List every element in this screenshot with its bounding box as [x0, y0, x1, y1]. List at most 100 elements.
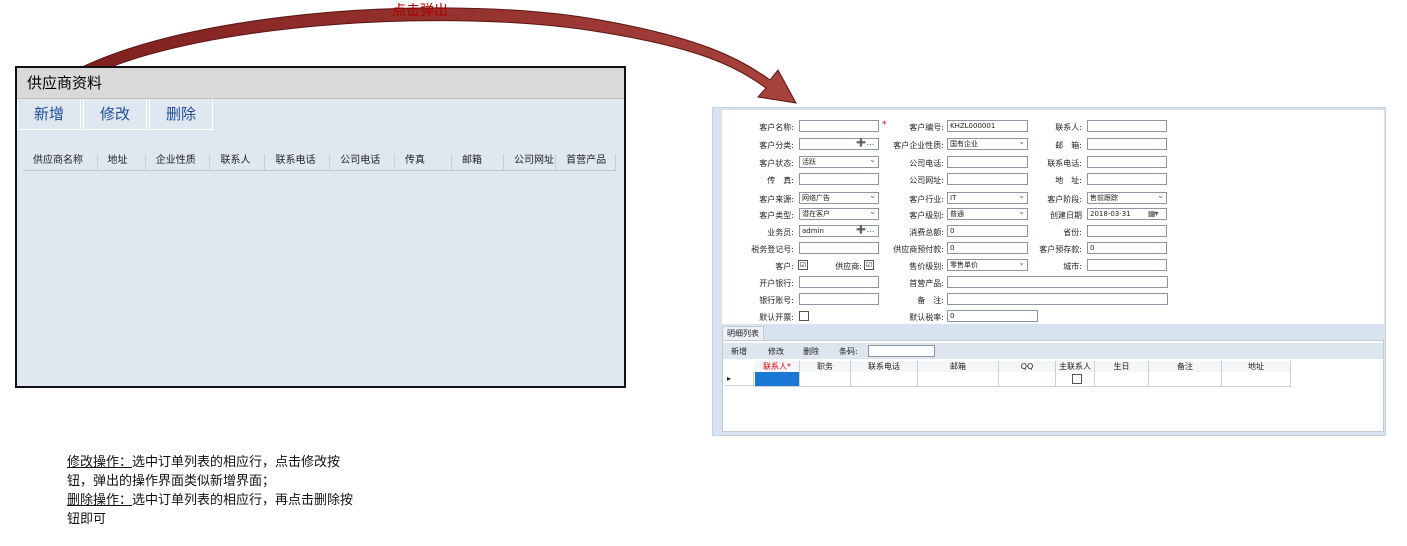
level-select[interactable]: 普通 [947, 208, 1028, 220]
label-contact-phone: 联系电话: [1047, 159, 1082, 168]
total-spend-input[interactable]: 0 [947, 225, 1028, 237]
bank-account-input[interactable] [799, 293, 879, 305]
column-header[interactable]: 供应商名称 [23, 154, 98, 170]
column-header[interactable]: 主联系人 [1056, 361, 1095, 372]
column-header[interactable]: 企业性质 [146, 154, 211, 170]
city-input[interactable] [1087, 259, 1167, 271]
column-header[interactable]: 联系人* [755, 361, 800, 372]
label-default-tax: 默认税率: [909, 313, 944, 322]
column-header[interactable]: QQ [999, 361, 1056, 372]
supplier-toolbar: 新增 修改 删除 [17, 99, 624, 131]
barcode-input[interactable] [868, 345, 935, 357]
column-header[interactable]: 邮箱 [452, 154, 505, 170]
province-input[interactable] [1087, 225, 1167, 237]
tax-reg-input[interactable] [799, 242, 879, 254]
label-default-invoice: 默认开票: [759, 313, 794, 322]
table-cell[interactable] [1095, 372, 1149, 387]
column-header[interactable]: 联系电话 [851, 361, 918, 372]
label-bank: 开户银行: [759, 279, 794, 288]
company-phone-input[interactable] [947, 156, 1028, 168]
edit-note-title: 修改操作： [67, 455, 133, 470]
supplier-window-title: 供应商资料 [17, 68, 624, 99]
column-header[interactable]: 传真 [395, 154, 452, 170]
default-tax-input[interactable]: 0 [947, 310, 1038, 322]
address-input[interactable] [1087, 173, 1167, 185]
detail-add-button[interactable]: 新增 [731, 346, 747, 357]
supplier-prepay-input[interactable]: 0 [947, 242, 1028, 254]
contact-input[interactable] [1087, 120, 1167, 132]
label-email: 邮 箱: [1055, 141, 1082, 150]
detail-delete-button[interactable]: 删除 [803, 346, 819, 357]
column-header[interactable]: 地址 [98, 154, 146, 170]
remark-input[interactable] [947, 293, 1168, 305]
customer-prestore-input[interactable]: 0 [1087, 242, 1167, 254]
price-level-select[interactable]: 零售单价 [947, 259, 1028, 271]
label-province: 省份: [1063, 228, 1082, 237]
delete-note-line2: 钮即可 [67, 512, 107, 527]
table-cell[interactable] [918, 372, 999, 387]
delete-button[interactable]: 删除 [149, 99, 213, 130]
label-customer-name: 客户名称: [759, 123, 794, 132]
stage-select[interactable]: 售前跟踪 [1087, 192, 1167, 204]
label-city: 城市: [1063, 262, 1082, 271]
label-first-product: 首营产品: [909, 279, 944, 288]
customer-code-input[interactable]: KHZL000001 [947, 120, 1028, 132]
column-header[interactable]: 联系电话 [265, 154, 331, 170]
tab-detail-list[interactable]: 明细列表 [722, 326, 764, 341]
column-header[interactable]: 联系人 [210, 154, 266, 170]
label-total-spend: 消费总额: [909, 228, 944, 237]
pick-category-button[interactable]: ➕ … [856, 138, 874, 147]
contact-phone-input[interactable] [1087, 156, 1167, 168]
label-type: 客户类型: [759, 211, 794, 220]
primary-contact-checkbox[interactable] [1072, 374, 1082, 384]
type-select[interactable]: 潜在客户 [799, 208, 879, 220]
supplier-window: 供应商资料 新增 修改 删除 供应商名称 地址 企业性质 联系人 联系电话 公司… [15, 66, 626, 388]
status-select[interactable]: 活跃 [799, 156, 879, 168]
label-remark: 备 注: [917, 296, 944, 305]
label-customer-prestore: 客户预存款: [1039, 245, 1082, 254]
fax-input[interactable] [799, 173, 879, 185]
add-button[interactable]: 新增 [17, 99, 81, 130]
enterprise-type-select[interactable]: 国有企业 [947, 138, 1028, 150]
label-fax: 传 真: [767, 176, 794, 185]
table-cell[interactable] [851, 372, 918, 387]
calendar-icon[interactable]: ▦▾ [1148, 209, 1159, 218]
label-company-phone: 公司电话: [909, 159, 944, 168]
column-header[interactable]: 邮箱 [918, 361, 999, 372]
industry-select[interactable]: IT [947, 192, 1028, 204]
column-header[interactable]: 地址 [1222, 361, 1291, 372]
row-indicator: ▸ [725, 372, 754, 386]
customer-name-input[interactable] [799, 120, 879, 132]
table-cell[interactable] [800, 372, 851, 387]
website-input[interactable] [947, 173, 1028, 185]
label-stage: 客户阶段: [1047, 195, 1082, 204]
table-cell[interactable] [1149, 372, 1222, 387]
delete-note-title: 删除操作： [67, 493, 133, 508]
edit-button[interactable]: 修改 [83, 99, 147, 130]
pick-salesman-button[interactable]: ➕ … [856, 225, 874, 234]
source-select[interactable]: 网络广告 [799, 192, 879, 204]
table-cell[interactable] [999, 372, 1056, 387]
table-cell[interactable] [1222, 372, 1291, 387]
is-supplier-checkbox[interactable]: ☑ [864, 260, 874, 270]
label-supplier-prepay: 供应商预付款: [893, 245, 944, 254]
delete-note: 删除操作：选中订单列表的相应行，再点击删除按 [67, 491, 407, 510]
supplier-grid-header: 供应商名称 地址 企业性质 联系人 联系电话 公司电话 传真 邮箱 公司网址 首… [23, 154, 617, 171]
column-header[interactable]: 备注 [1149, 361, 1222, 372]
default-invoice-checkbox[interactable] [799, 311, 809, 321]
detail-edit-button[interactable]: 修改 [768, 346, 784, 357]
column-header[interactable]: 生日 [1095, 361, 1149, 372]
column-header[interactable]: 公司网址 [504, 154, 557, 170]
column-header[interactable]: 职务 [800, 361, 851, 372]
column-header[interactable]: 公司电话 [330, 154, 396, 170]
label-source: 客户来源: [759, 195, 794, 204]
table-cell[interactable] [755, 372, 800, 387]
email-input[interactable] [1087, 138, 1167, 150]
first-product-input[interactable] [947, 276, 1168, 288]
column-header[interactable]: 首营产品 [556, 154, 617, 170]
edit-note: 修改操作：选中订单列表的相应行，点击修改按 [67, 453, 407, 472]
is-customer-checkbox[interactable]: ☑ [798, 260, 808, 270]
bank-input[interactable] [799, 276, 879, 288]
customer-form-window: 客户名称: * 客户编号: KHZL000001 联系人: 客户分类: ➕ … … [712, 107, 1386, 436]
label-bank-account: 银行账号: [759, 296, 794, 305]
